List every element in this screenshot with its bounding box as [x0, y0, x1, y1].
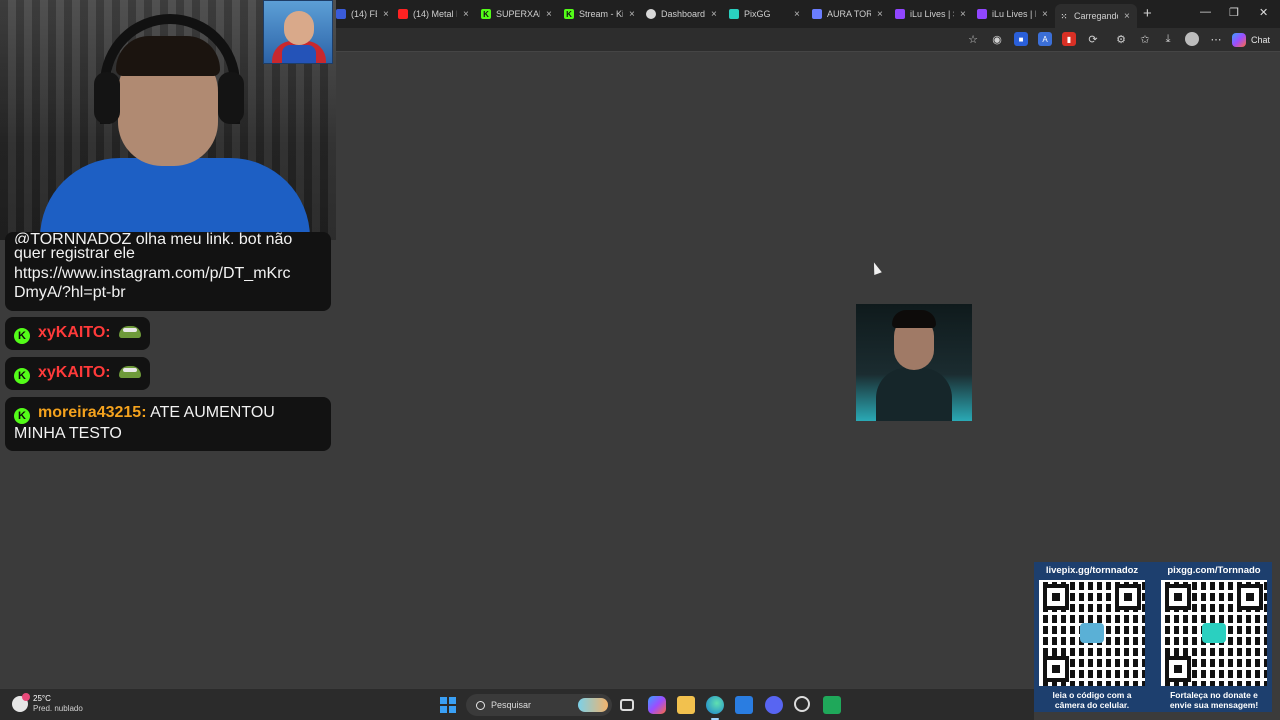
tab-aura[interactable]: AURA TORN ×	[812, 4, 886, 24]
streaming-app-icon[interactable]	[823, 696, 841, 714]
chat-message: Kmoreira43215: ATE AUMENTOU MINHA TESTO	[5, 397, 331, 451]
tab-close-icon[interactable]: ×	[960, 9, 966, 20]
restore-icon[interactable]: ❐	[1229, 6, 1239, 19]
pixgg-qr-card: pixgg.com/Tornnado Fortaleça no donate e…	[1156, 562, 1272, 712]
donation-qr-panel: livepix.gg/tornnadoz leia o código com a…	[1034, 562, 1272, 712]
tab-close-icon[interactable]: ×	[711, 9, 717, 20]
favorites-icon[interactable]: ✩	[1138, 32, 1152, 46]
tab-close-icon[interactable]: ×	[877, 9, 883, 20]
livepix-qr-card: livepix.gg/tornnadoz leia o código com a…	[1034, 562, 1150, 712]
taskbar-search-box[interactable]: Pesquisar	[466, 694, 612, 716]
livepix-qr-code	[1039, 580, 1145, 686]
weather-icon	[12, 693, 30, 712]
discord-icon[interactable]	[765, 696, 783, 714]
settings-gear-icon[interactable]	[794, 696, 810, 712]
minimize-icon[interactable]: —	[1200, 6, 1211, 18]
tab-close-icon[interactable]: ×	[546, 9, 552, 20]
start-windows-icon[interactable]	[440, 697, 456, 713]
chat-message: KxyKAITO:	[5, 357, 150, 390]
aura-icon	[812, 9, 822, 19]
kick-icon: K	[564, 9, 574, 19]
tab-stream-kick[interactable]: K Stream - Kic ×	[564, 4, 638, 24]
screen: (14) FEA × (14) Metal In × K SUPERXAND ×…	[0, 0, 1280, 720]
loading-image-thumbnail	[856, 304, 972, 421]
webcam-overlay	[0, 0, 336, 240]
shield-extension-icon[interactable]: ■	[1014, 32, 1028, 46]
pepe-emote-icon	[118, 366, 141, 378]
chat-message: @TORNNADOZ olha meu link, bot não quer r…	[5, 232, 331, 311]
copilot-icon	[1232, 33, 1246, 47]
weather-widget[interactable]: 25°C Pred. nublado	[12, 693, 83, 714]
pip-image	[263, 0, 333, 64]
tab-fea[interactable]: (14) FEA ×	[336, 4, 392, 24]
loading-icon: ⁙	[1060, 11, 1068, 21]
tab-close-icon[interactable]: ×	[1042, 9, 1048, 20]
tab-superxand[interactable]: K SUPERXAND ×	[481, 4, 555, 24]
pixgg-icon	[729, 9, 739, 19]
livepix-logo-icon	[1080, 623, 1104, 643]
favorite-star-icon[interactable]: ☆	[966, 32, 980, 46]
file-explorer-icon[interactable]	[677, 696, 695, 714]
tab-pixgg[interactable]: PixGG ×	[729, 4, 803, 24]
tab-close-icon[interactable]: ×	[383, 9, 389, 20]
download-icon[interactable]: ⤓	[1161, 32, 1175, 46]
more-menu-icon[interactable]: ⋯	[1209, 32, 1223, 46]
copilot-taskbar-icon[interactable]	[648, 696, 666, 714]
windows-taskbar: 25°C Pred. nublado Pesquisar	[0, 688, 1034, 720]
refresh-extension-icon[interactable]: ⟳	[1086, 32, 1100, 46]
mouse-cursor-icon	[870, 260, 882, 276]
tab-metal[interactable]: (14) Metal In ×	[398, 4, 472, 24]
chat-message: KxyKAITO:	[5, 317, 150, 350]
copilot-chat-button[interactable]: Chat	[1232, 31, 1270, 49]
tab-close-icon[interactable]: ×	[629, 9, 635, 20]
edge-browser-icon[interactable]	[706, 696, 724, 714]
tab-dashboard[interactable]: Dashboard ×	[646, 4, 720, 24]
globe-icon	[646, 9, 656, 19]
kick-icon: K	[481, 9, 491, 19]
search-highlight-icon	[578, 698, 608, 712]
twitch-icon	[895, 9, 905, 19]
tab-ilu-2[interactable]: iLu Lives | Ra ×	[977, 4, 1051, 24]
youtube-icon	[398, 9, 408, 19]
tab-close-icon[interactable]: ×	[463, 9, 469, 20]
twitch-icon	[977, 9, 987, 19]
search-icon	[476, 700, 485, 710]
pixgg-logo-icon	[1202, 623, 1226, 643]
tab-favicon-icon	[336, 9, 346, 19]
tab-loading-active[interactable]: ⁙ Carregando ×	[1055, 4, 1137, 28]
kick-badge-icon: K	[14, 368, 30, 384]
photos-app-icon[interactable]	[735, 696, 753, 714]
kick-badge-icon: K	[14, 408, 30, 424]
profile-avatar-icon[interactable]	[1185, 32, 1199, 46]
extensions-puzzle-icon[interactable]: ⚙	[1114, 32, 1128, 46]
kick-badge-icon: K	[14, 328, 30, 344]
window-close-icon[interactable]: ✕	[1259, 6, 1268, 19]
pepe-emote-icon	[118, 326, 141, 338]
translate-icon[interactable]: A	[1038, 32, 1052, 46]
new-tab-button[interactable]: +	[1143, 5, 1152, 22]
tab-close-icon[interactable]: ×	[794, 9, 800, 20]
extension-icon[interactable]: ◉	[990, 32, 1004, 46]
tab-close-icon[interactable]: ×	[1124, 11, 1130, 22]
office-extension-icon[interactable]: ▮	[1062, 32, 1076, 46]
pixgg-qr-code	[1161, 580, 1267, 686]
tab-ilu-1[interactable]: iLu Lives | Sa ×	[895, 4, 969, 24]
task-view-icon[interactable]	[620, 699, 634, 711]
